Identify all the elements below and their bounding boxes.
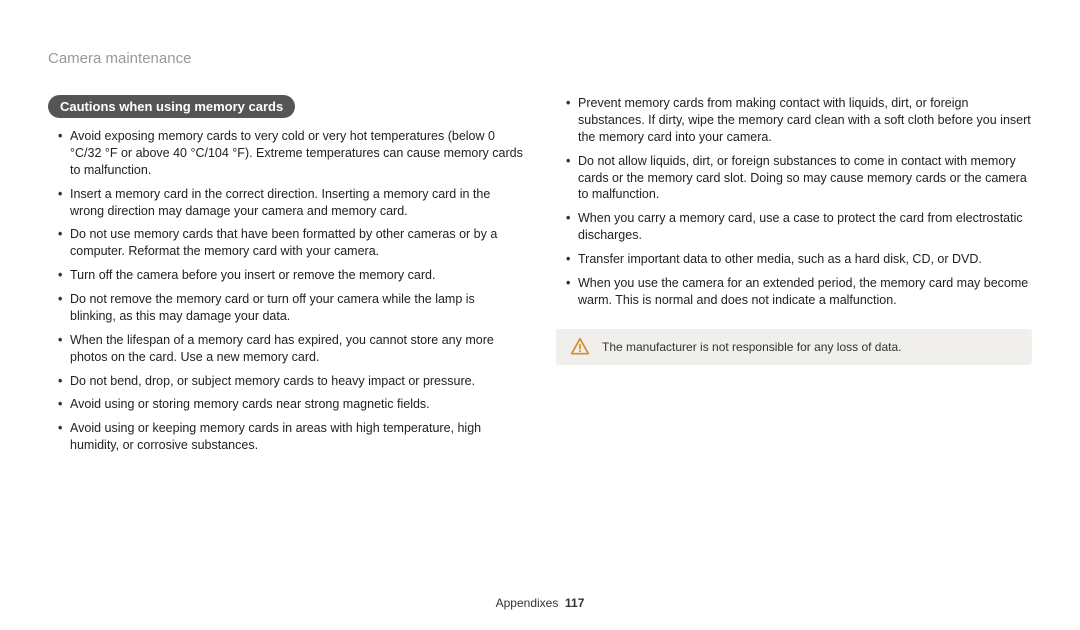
list-item: Avoid using or keeping memory cards in a…	[58, 420, 524, 454]
right-bullet-list: Prevent memory cards from making contact…	[556, 95, 1032, 309]
section-heading-badge: Cautions when using memory cards	[48, 95, 295, 118]
right-column: Prevent memory cards from making contact…	[556, 95, 1032, 461]
list-item: Transfer important data to other media, …	[566, 251, 1032, 268]
list-item: When you use the camera for an extended …	[566, 275, 1032, 309]
page-footer: Appendixes 117	[0, 596, 1080, 610]
list-item: When the lifespan of a memory card has e…	[58, 332, 524, 366]
list-item: Do not bend, drop, or subject memory car…	[58, 373, 524, 390]
list-item: Turn off the camera before you insert or…	[58, 267, 524, 284]
footer-page-number: 117	[565, 596, 584, 610]
list-item: Avoid exposing memory cards to very cold…	[58, 128, 524, 179]
page-header-title: Camera maintenance	[48, 50, 1032, 67]
left-bullet-list: Avoid exposing memory cards to very cold…	[48, 128, 524, 454]
left-column: Cautions when using memory cards Avoid e…	[48, 95, 524, 461]
warning-note-text: The manufacturer is not responsible for …	[602, 340, 902, 354]
list-item: Do not remove the memory card or turn of…	[58, 291, 524, 325]
warning-note-box: The manufacturer is not responsible for …	[556, 329, 1032, 365]
content-columns: Cautions when using memory cards Avoid e…	[48, 95, 1032, 461]
list-item: When you carry a memory card, use a case…	[566, 210, 1032, 244]
warning-icon	[570, 337, 590, 357]
footer-section-label: Appendixes	[496, 596, 559, 610]
page-content: Camera maintenance Cautions when using m…	[0, 0, 1080, 461]
list-item: Do not use memory cards that have been f…	[58, 226, 524, 260]
list-item: Do not allow liquids, dirt, or foreign s…	[566, 153, 1032, 204]
list-item: Avoid using or storing memory cards near…	[58, 396, 524, 413]
list-item: Insert a memory card in the correct dire…	[58, 186, 524, 220]
list-item: Prevent memory cards from making contact…	[566, 95, 1032, 146]
